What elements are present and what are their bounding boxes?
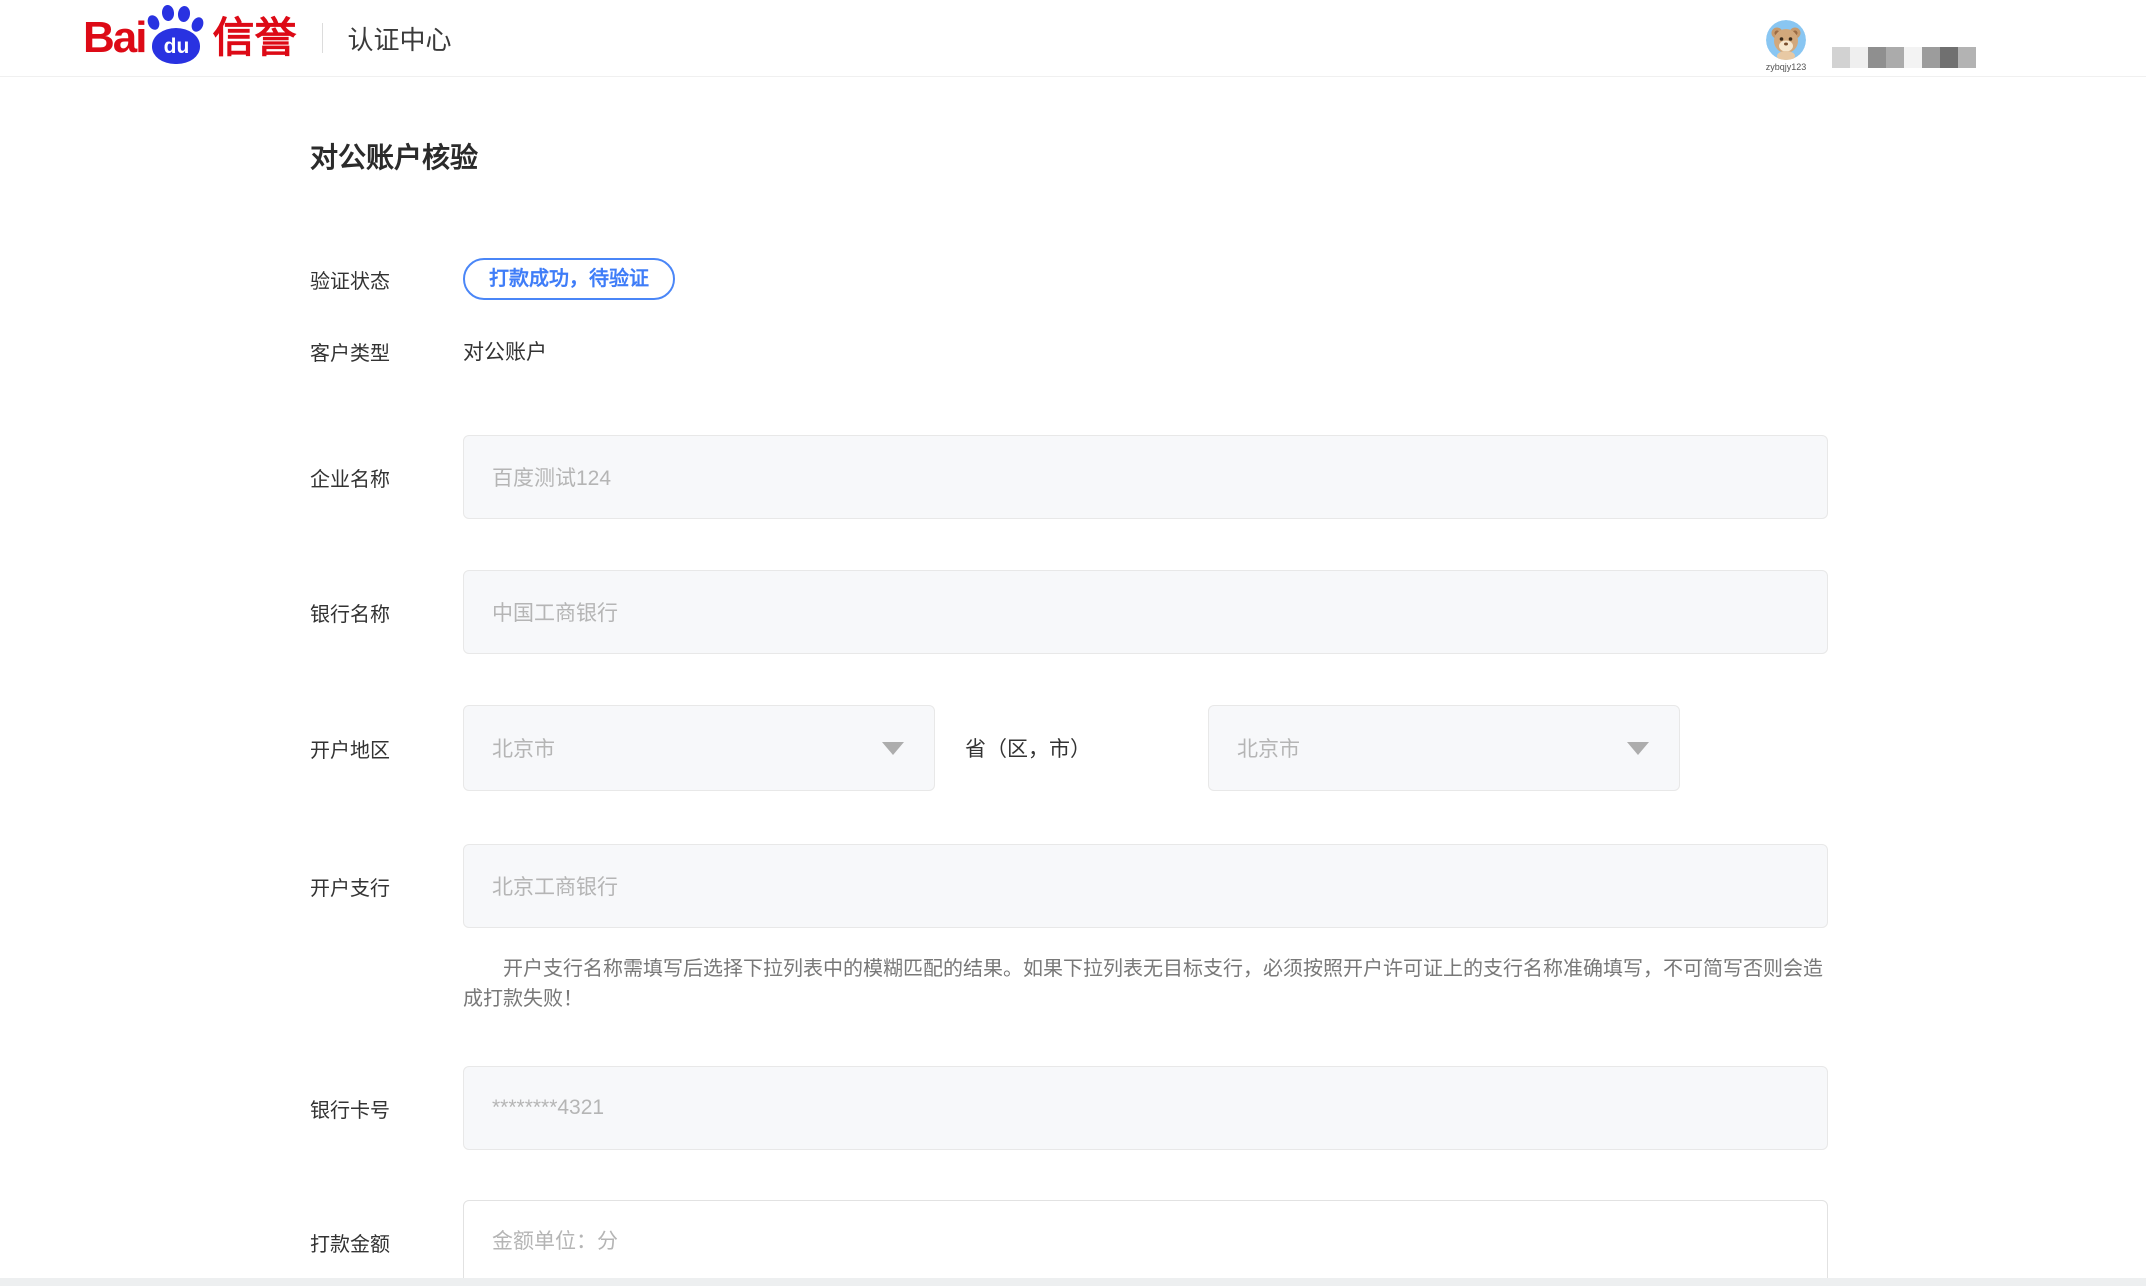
bank-name-input[interactable]: [463, 570, 1828, 654]
branch-help-text: 开户支行名称需填写后选择下拉列表中的模糊匹配的结果。如果下拉列表无目标支行，必须…: [463, 954, 1830, 1014]
city-select[interactable]: 北京市: [1208, 705, 1680, 791]
city-select-value: 北京市: [1237, 733, 1300, 763]
username-label: zybqjy123: [1752, 62, 1820, 72]
page-bottom-edge: [0, 1278, 2146, 1286]
card-number-input[interactable]: [463, 1066, 1828, 1150]
baidu-xinyu-logo[interactable]: Bai du 信誉: [83, 10, 297, 66]
company-name-label: 企业名称: [310, 463, 463, 492]
amount-row: 打款金额: [310, 1200, 1828, 1284]
bank-region-row: 开户地区 北京市 省（区，市） 北京市: [310, 705, 1828, 791]
bear-avatar-icon[interactable]: [1766, 20, 1806, 60]
amount-label: 打款金额: [310, 1228, 463, 1257]
card-number-label: 银行卡号: [310, 1094, 463, 1123]
main-content: 对公账户核验 验证状态 打款成功，待验证 客户类型 对公账户 企业名称 银行名称…: [0, 77, 2146, 1284]
verify-status-label: 验证状态: [310, 265, 463, 294]
page-title: 对公账户核验: [310, 141, 2146, 174]
header-divider: [322, 23, 323, 53]
logo-bai-text: Bai: [83, 16, 145, 60]
customer-type-value: 对公账户: [463, 336, 547, 366]
bank-name-row: 银行名称: [310, 570, 1828, 654]
censored-username: [1832, 47, 1976, 68]
company-name-input[interactable]: [463, 435, 1828, 519]
customer-type-label: 客户类型: [310, 337, 463, 366]
province-select[interactable]: 北京市: [463, 705, 935, 791]
customer-type-row: 客户类型 对公账户: [310, 336, 1828, 366]
verify-status-row: 验证状态 打款成功，待验证: [310, 258, 1828, 300]
amount-input[interactable]: [463, 1200, 1828, 1284]
logo-xinyu-text: 信誉: [212, 17, 296, 59]
caret-down-icon: [882, 742, 904, 755]
header: Bai du 信誉 认证中心 zybqjy123: [0, 0, 2146, 77]
branch-input[interactable]: [463, 844, 1828, 928]
card-number-row: 银行卡号: [310, 1066, 1828, 1150]
company-name-row: 企业名称: [310, 435, 1828, 519]
branch-row: 开户支行: [310, 844, 1828, 928]
logo-du-text: du: [164, 36, 190, 57]
site-section-title: 认证中心: [348, 20, 452, 57]
branch-label: 开户支行: [310, 872, 463, 901]
bank-name-label: 银行名称: [310, 598, 463, 627]
status-badge: 打款成功，待验证: [463, 258, 675, 300]
caret-down-icon: [1627, 742, 1649, 755]
baidu-paw-icon: du: [147, 4, 205, 66]
province-hint-label: 省（区，市）: [965, 733, 1105, 763]
user-account[interactable]: zybqjy123: [1752, 20, 1820, 72]
bank-region-label: 开户地区: [310, 734, 463, 763]
province-select-value: 北京市: [492, 733, 555, 763]
